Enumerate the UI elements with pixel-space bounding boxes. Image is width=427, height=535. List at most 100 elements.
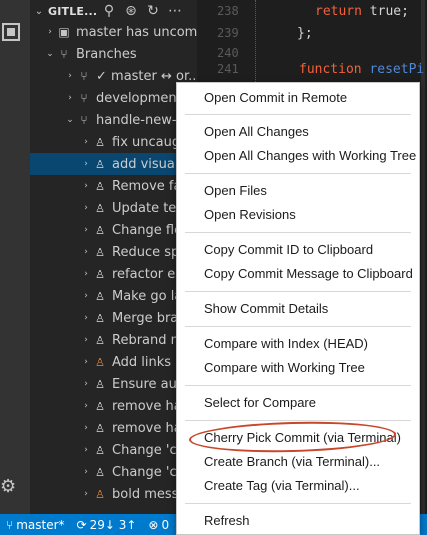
avatar-icon: ♙: [95, 201, 105, 215]
chevron-right-icon[interactable]: ›: [44, 27, 56, 37]
chevron-down-icon[interactable]: ⌄: [64, 115, 76, 125]
menu-item[interactable]: Open Revisions: [177, 203, 419, 227]
avatar-icon: ♙: [95, 245, 105, 259]
chevron-right-icon[interactable]: ›: [80, 181, 92, 191]
menu-item[interactable]: Open All Changes with Working Tree: [177, 144, 419, 168]
compass-icon[interactable]: ⊛: [120, 3, 142, 19]
chevron-down-icon[interactable]: ⌄: [44, 49, 56, 59]
avatar-icon: ♙: [95, 157, 105, 171]
menu-separator: [185, 232, 411, 233]
chevron-right-icon[interactable]: ›: [80, 445, 92, 455]
avatar-icon: ♙: [95, 179, 105, 193]
status-sync[interactable]: ⟳ 29↓ 3↑: [77, 518, 137, 532]
tree-item[interactable]: › ♙ Change flex...: [30, 219, 197, 241]
chevron-right-icon[interactable]: ›: [80, 203, 92, 213]
tree-item[interactable]: › ♙ Remove fac...: [30, 175, 197, 197]
menu-item[interactable]: Refresh: [177, 509, 419, 533]
avatar-icon: ♙: [95, 465, 105, 479]
avatar-icon: ♙: [95, 399, 105, 413]
extensions-icon[interactable]: [1, 22, 21, 42]
avatar-icon: ♙: [95, 289, 105, 303]
more-icon[interactable]: ⋯: [164, 3, 186, 19]
chevron-right-icon[interactable]: ›: [64, 71, 76, 81]
line-number: 238: [217, 4, 239, 18]
menu-separator: [185, 503, 411, 504]
chevron-right-icon[interactable]: ›: [80, 335, 92, 345]
line-number: 241: [217, 62, 239, 76]
menu-item[interactable]: Copy Commit Message to Clipboard: [177, 262, 419, 286]
menu-item[interactable]: Cherry Pick Commit (via Terminal): [177, 426, 419, 450]
tree-item[interactable]: › ♙ bold messa...: [30, 483, 197, 505]
menu-separator: [185, 114, 411, 115]
menu-item[interactable]: Create Branch (via Terminal)...: [177, 450, 419, 474]
tree-item[interactable]: › ⑂ ✓ master ↔ or...: [30, 65, 197, 87]
menu-item[interactable]: Open All Changes: [177, 120, 419, 144]
tree-item[interactable]: › ♙ Rebrand m...: [30, 329, 197, 351]
editor-scrollbar[interactable]: [421, 0, 425, 514]
tree-item[interactable]: › ♙ Add links a...: [30, 351, 197, 373]
chevron-right-icon[interactable]: ›: [80, 489, 92, 499]
chevron-right-icon[interactable]: ›: [80, 401, 92, 411]
branch-icon: ⑂: [80, 91, 88, 105]
chevron-right-icon[interactable]: ›: [80, 357, 92, 367]
avatar-icon: ♙: [95, 311, 105, 325]
menu-separator: [185, 291, 411, 292]
chevron-right-icon[interactable]: ›: [80, 291, 92, 301]
keyword: function: [299, 62, 370, 77]
menu-item[interactable]: Open Commit in Remote: [177, 86, 419, 110]
menu-item[interactable]: Compare with Index (HEAD): [177, 332, 419, 356]
chevron-right-icon[interactable]: ›: [80, 379, 92, 389]
tree-item[interactable]: › ♙ Reduce spa...: [30, 241, 197, 263]
view-title: GITLE...: [48, 4, 98, 18]
avatar-icon: ♙: [95, 267, 105, 281]
tree-item[interactable]: › ♙ refactor est...: [30, 263, 197, 285]
tree-item[interactable]: › ♙ remove har...: [30, 395, 197, 417]
tree-item[interactable]: ⌄ ⑂ Branches: [30, 43, 197, 65]
chevron-right-icon[interactable]: ›: [80, 313, 92, 323]
repo-icon: ▣: [58, 25, 70, 39]
avatar-icon: ♙: [95, 355, 105, 369]
chevron-right-icon[interactable]: ›: [80, 225, 92, 235]
code-text: };: [297, 26, 313, 41]
menu-item[interactable]: Copy Commit ID to Clipboard: [177, 238, 419, 262]
menu-item[interactable]: Show Commit Details: [177, 297, 419, 321]
chevron-right-icon[interactable]: ›: [80, 247, 92, 257]
tree-item[interactable]: › ♙ remove har...: [30, 417, 197, 439]
chevron-right-icon[interactable]: ›: [80, 159, 92, 169]
tree-item[interactable]: › ♙ add visual c...: [30, 153, 197, 175]
tree-item[interactable]: ⌄ ⑂ handle-new-...: [30, 109, 197, 131]
chevron-right-icon[interactable]: ›: [80, 137, 92, 147]
chevron-right-icon[interactable]: ›: [80, 423, 92, 433]
tree-item-label: master has uncom...: [76, 24, 197, 40]
chevron-down-icon[interactable]: ⌄: [32, 6, 46, 17]
tree-item[interactable]: › ♙ Update tex...: [30, 197, 197, 219]
chevron-right-icon[interactable]: ›: [80, 467, 92, 477]
tree-item[interactable]: › ⑂ development: [30, 87, 197, 109]
activity-bar: ⚙: [0, 0, 30, 514]
menu-item[interactable]: Compare with Working Tree: [177, 356, 419, 380]
search-icon[interactable]: ⚲: [98, 3, 120, 19]
tree-item[interactable]: › ♙ fix uncaugh...: [30, 131, 197, 153]
menu-separator: [185, 420, 411, 421]
menu-item[interactable]: Select for Compare: [177, 391, 419, 415]
menu-item[interactable]: Open Files: [177, 179, 419, 203]
gitlens-view-header[interactable]: ⌄ GITLE... ⚲ ⊛ ↻ ⋯: [30, 0, 197, 22]
chevron-right-icon[interactable]: ›: [80, 269, 92, 279]
refresh-icon[interactable]: ↻: [142, 3, 164, 19]
tree-item[interactable]: › ▣ master has uncom...: [30, 21, 197, 43]
keyword: return: [315, 4, 370, 19]
tree-item[interactable]: › ♙ Change 'clo...: [30, 461, 197, 483]
status-branch[interactable]: ⑂ master*: [6, 518, 65, 532]
error-count: 0: [161, 517, 170, 532]
branch-name: master*: [16, 517, 65, 532]
tree-item[interactable]: › ♙ Make go la...: [30, 285, 197, 307]
menu-separator: [185, 173, 411, 174]
tree-item[interactable]: › ♙ Change 'clo...: [30, 439, 197, 461]
sync-counts: 29↓ 3↑: [89, 517, 137, 532]
tree-item[interactable]: › ♙ Merge bran...: [30, 307, 197, 329]
gear-icon[interactable]: ⚙: [0, 478, 18, 496]
menu-item[interactable]: Create Tag (via Terminal)...: [177, 474, 419, 498]
tree-item[interactable]: › ♙ Ensure auto...: [30, 373, 197, 395]
chevron-right-icon[interactable]: ›: [64, 93, 76, 103]
menu-separator: [185, 326, 411, 327]
